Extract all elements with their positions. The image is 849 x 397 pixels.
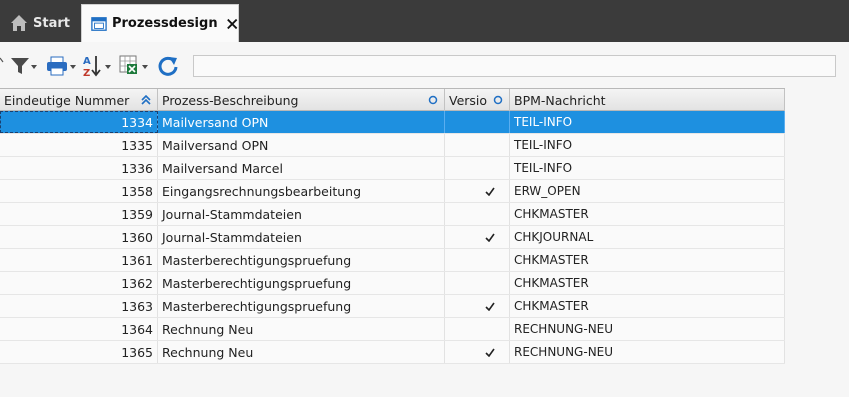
cell-bpm-nachricht[interactable]: ERW_OPEN (510, 180, 785, 202)
cell-bpm-nachricht[interactable]: CHKMASTER (510, 272, 785, 294)
tab-start[interactable]: Start (0, 4, 80, 42)
cell-beschreibung[interactable]: Journal-Stammdateien (158, 226, 445, 248)
column-header-beschreibung[interactable]: Prozess-Beschreibung (158, 89, 445, 111)
cell-bpm-nachricht[interactable]: CHKMASTER (510, 203, 785, 225)
table-row[interactable]: 1361 Masterberechtigungspruefung CHKMASTER (0, 249, 785, 272)
table-row[interactable]: 1334 Mailversand OPN TEIL-INFO (0, 111, 785, 134)
cell-nummer[interactable]: 1335 (0, 134, 158, 156)
cell-nummer[interactable]: 1361 (0, 249, 158, 271)
sort-indicator-icon (428, 95, 438, 105)
cell-beschreibung[interactable]: Journal-Stammdateien (158, 203, 445, 225)
excel-export-icon (119, 55, 148, 74)
checkmark-icon (485, 302, 495, 311)
cell-version[interactable] (445, 272, 510, 294)
column-header-version[interactable]: Versio (445, 89, 510, 111)
filter-button[interactable] (9, 54, 39, 78)
table-body: 1334 Mailversand OPN TEIL-INFO 1335 Mailvers… (0, 111, 785, 364)
refresh-icon (158, 56, 178, 76)
cell-beschreibung[interactable]: Masterberechtigungspruefung (158, 249, 445, 271)
cell-version[interactable] (445, 295, 510, 317)
cell-beschreibung[interactable]: Masterberechtigungspruefung (158, 272, 445, 294)
cell-beschreibung[interactable]: Rechnung Neu (158, 318, 445, 340)
tab-bar: Start Prozessdesign (0, 0, 849, 42)
cell-bpm-nachricht[interactable]: TEIL-INFO (510, 134, 785, 156)
cell-nummer[interactable]: 1365 (0, 341, 158, 363)
column-header-bpm-nachricht[interactable]: BPM-Nachricht (510, 89, 785, 111)
printer-icon (47, 56, 76, 76)
cell-bpm-nachricht[interactable]: CHKMASTER (510, 295, 785, 317)
cell-beschreibung[interactable]: Eingangsrechnungsbearbeitung (158, 180, 445, 202)
window-icon (91, 16, 107, 31)
cell-beschreibung[interactable]: Mailversand OPN (158, 134, 445, 156)
cell-bpm-nachricht[interactable]: CHKMASTER (510, 249, 785, 271)
cell-bpm-nachricht[interactable]: CHKJOURNAL (510, 226, 785, 248)
cell-version[interactable] (445, 249, 510, 271)
column-header-label: Versio (449, 92, 488, 108)
tab-prozessdesign[interactable]: Prozessdesign (81, 4, 239, 42)
cell-version[interactable] (445, 341, 510, 363)
filter-icon (11, 58, 37, 74)
process-table: Eindeutige Nummer Prozess-Beschreibung V… (0, 88, 785, 364)
cell-nummer[interactable]: 1364 (0, 318, 158, 340)
cell-nummer[interactable]: 1358 (0, 180, 158, 202)
cell-nummer[interactable]: 1334 (0, 111, 158, 133)
column-header-nummer[interactable]: Eindeutige Nummer (0, 89, 158, 111)
checkmark-icon (485, 187, 495, 196)
tab-prozessdesign-label: Prozessdesign (111, 16, 218, 31)
table-row[interactable]: 1362 Masterberechtigungspruefung CHKMASTER (0, 272, 785, 295)
cell-beschreibung[interactable]: Mailversand Marcel (158, 157, 445, 179)
svg-text:Z: Z (83, 68, 90, 78)
cell-version[interactable] (445, 226, 510, 248)
column-header-label: Prozess-Beschreibung (162, 92, 299, 108)
column-header-label: Eindeutige Nummer (4, 92, 130, 108)
svg-text:A: A (83, 56, 91, 67)
close-icon[interactable] (226, 17, 238, 31)
table-row[interactable]: 1363 Masterberechtigungspruefung CHKMASTER (0, 295, 785, 318)
checkmark-icon (485, 233, 495, 242)
sort-indicator-icon (493, 95, 503, 105)
cell-bpm-nachricht[interactable]: RECHNUNG-NEU (510, 318, 785, 340)
cell-version[interactable] (445, 180, 510, 202)
table-header: Eindeutige Nummer Prozess-Beschreibung V… (0, 88, 785, 111)
cell-nummer[interactable]: 1362 (0, 272, 158, 294)
table-row[interactable]: 1336 Mailversand Marcel TEIL-INFO (0, 157, 785, 180)
table-row[interactable]: 1335 Mailversand OPN TEIL-INFO (0, 134, 785, 157)
table-row[interactable]: 1364 Rechnung Neu RECHNUNG-NEU (0, 318, 785, 341)
cell-bpm-nachricht[interactable]: TEIL-INFO (510, 157, 785, 179)
cell-beschreibung[interactable]: Mailversand OPN (158, 111, 445, 133)
cell-beschreibung[interactable]: Rechnung Neu (158, 341, 445, 363)
refresh-button[interactable] (156, 54, 180, 78)
cell-version[interactable] (445, 134, 510, 156)
tab-start-label: Start (33, 15, 70, 31)
cell-version[interactable] (445, 157, 510, 179)
table-row[interactable]: 1359 Journal-Stammdateien CHKMASTER (0, 203, 785, 226)
cell-beschreibung[interactable]: Masterberechtigungspruefung (158, 295, 445, 317)
table-row[interactable]: 1365 Rechnung Neu RECHNUNG-NEU (0, 341, 785, 364)
cell-nummer[interactable]: 1360 (0, 226, 158, 248)
export-excel-button[interactable] (119, 54, 151, 78)
table-row[interactable]: 1358 Eingangsrechnungsbearbeitung ERW_OPEN (0, 180, 785, 203)
cell-version[interactable] (445, 318, 510, 340)
sort-ascending-icon (141, 95, 151, 105)
checkmark-icon (485, 348, 495, 357)
cell-nummer[interactable]: 1336 (0, 157, 158, 179)
table-row[interactable]: 1360 Journal-Stammdateien CHKJOURNAL (0, 226, 785, 249)
cell-bpm-nachricht[interactable]: RECHNUNG-NEU (510, 341, 785, 363)
home-icon (11, 15, 27, 31)
column-header-label: BPM-Nachricht (514, 92, 606, 108)
cell-bpm-nachricht[interactable]: TEIL-INFO (510, 111, 785, 133)
sort-az-icon: A Z (83, 56, 111, 78)
cell-version[interactable] (445, 203, 510, 225)
toolbar: A Z (0, 44, 849, 88)
search-input[interactable] (193, 55, 836, 77)
cell-nummer[interactable]: 1359 (0, 203, 158, 225)
cell-version[interactable] (445, 111, 510, 133)
sort-button[interactable]: A Z (82, 54, 114, 78)
cell-nummer[interactable]: 1363 (0, 295, 158, 317)
toolbar-edge-icon (0, 57, 4, 63)
print-button[interactable] (46, 54, 78, 78)
